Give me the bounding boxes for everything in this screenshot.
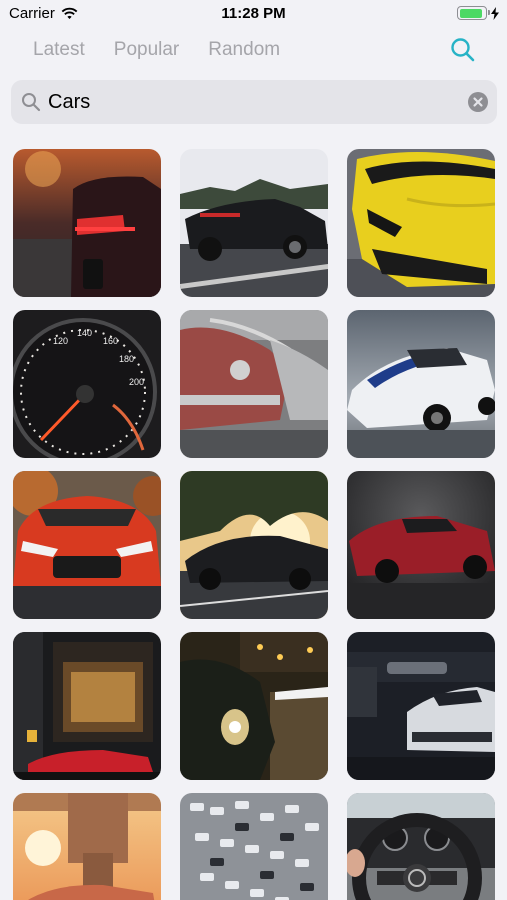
- car-photo: [180, 793, 328, 900]
- car-photo: [13, 149, 161, 297]
- status-right: [457, 6, 499, 20]
- wallpaper-thumbnail[interactable]: [347, 149, 495, 297]
- wallpaper-thumbnail[interactable]: [347, 632, 495, 780]
- status-bar: Carrier 11:28 PM: [0, 0, 507, 28]
- wallpaper-grid: 120 140 160 180 200: [13, 149, 495, 900]
- wallpaper-thumbnail[interactable]: [13, 793, 161, 900]
- svg-text:200: 200: [129, 377, 144, 387]
- wallpaper-thumbnail[interactable]: [180, 310, 328, 458]
- wallpaper-thumbnail[interactable]: [13, 632, 161, 780]
- clear-search-button[interactable]: [468, 92, 488, 112]
- car-photo: [13, 471, 161, 619]
- search-field: [11, 80, 497, 124]
- car-photo: 120 140 160 180 200: [13, 310, 161, 458]
- tab-random[interactable]: Random: [208, 36, 280, 64]
- svg-text:120: 120: [53, 336, 68, 346]
- car-photo: [347, 632, 495, 780]
- tab-latest[interactable]: Latest: [33, 36, 85, 64]
- car-photo: [180, 471, 328, 619]
- car-photo: [347, 149, 495, 297]
- clear-icon: [473, 97, 483, 107]
- car-photo: [180, 632, 328, 780]
- car-photo: [13, 632, 161, 780]
- battery-level: [459, 8, 482, 18]
- category-tabs: Latest Popular Random: [33, 36, 280, 64]
- wallpaper-thumbnail[interactable]: [180, 471, 328, 619]
- car-photo: [180, 149, 328, 297]
- search-icon: [451, 38, 475, 62]
- search-input[interactable]: [48, 86, 468, 118]
- car-photo: [347, 310, 495, 458]
- wallpaper-thumbnail[interactable]: [347, 793, 495, 900]
- search-button[interactable]: [449, 36, 477, 64]
- car-photo: [180, 310, 328, 458]
- wallpaper-thumbnail[interactable]: [347, 310, 495, 458]
- magnifier-icon: [22, 93, 41, 112]
- charging-bolt-icon: [491, 6, 499, 20]
- wallpaper-thumbnail[interactable]: [180, 149, 328, 297]
- wallpaper-thumbnail[interactable]: [180, 632, 328, 780]
- wallpaper-thumbnail[interactable]: [180, 793, 328, 900]
- car-photo: [347, 471, 495, 619]
- car-photo: [347, 793, 495, 900]
- status-time: 11:28 PM: [221, 5, 286, 22]
- battery-icon: [457, 6, 490, 20]
- tab-popular[interactable]: Popular: [114, 36, 180, 64]
- svg-text:140: 140: [77, 328, 92, 338]
- svg-text:180: 180: [119, 354, 134, 364]
- car-photo: [13, 793, 161, 900]
- svg-text:160: 160: [103, 336, 118, 346]
- wallpaper-thumbnail[interactable]: [347, 471, 495, 619]
- wallpaper-thumbnail[interactable]: 120 140 160 180 200: [13, 310, 161, 458]
- wallpaper-thumbnail[interactable]: [13, 471, 161, 619]
- wallpaper-thumbnail[interactable]: [13, 149, 161, 297]
